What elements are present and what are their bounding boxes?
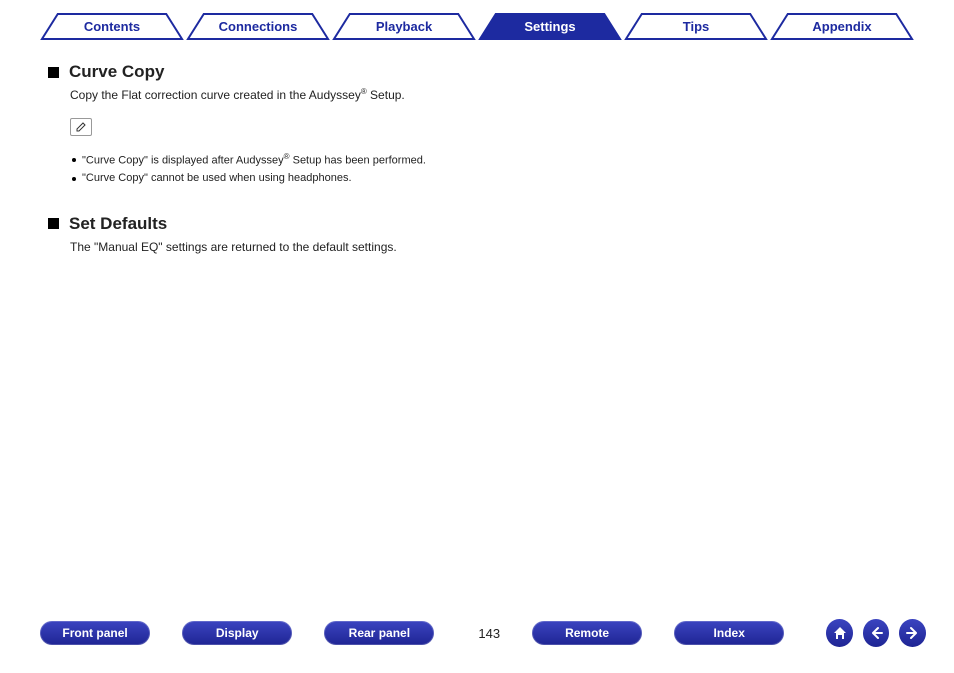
body-text: The "Manual EQ" settings are returned to…: [70, 240, 397, 254]
note-text-pre: "Curve Copy" cannot be used when using h…: [82, 172, 352, 184]
next-page-button[interactable]: [899, 619, 926, 647]
arrow-left-icon: [868, 625, 884, 641]
arrow-right-icon: [905, 625, 921, 641]
section-heading: Curve Copy: [48, 62, 906, 82]
pill-label: Front panel: [62, 626, 127, 640]
bullet-square-icon: [48, 218, 59, 229]
tab-playback[interactable]: Playback: [332, 12, 476, 40]
top-tabs: Contents Connections Playback Settings T…: [40, 12, 914, 46]
front-panel-button[interactable]: Front panel: [40, 621, 150, 645]
tab-contents[interactable]: Contents: [40, 12, 184, 40]
section-title: Set Defaults: [69, 214, 167, 234]
section-body: Copy the Flat correction curve created i…: [70, 86, 906, 104]
pill-label: Remote: [565, 626, 609, 640]
body-text-post: Setup.: [367, 88, 405, 102]
note-box: "Curve Copy" is displayed after Audyssey…: [70, 118, 526, 188]
page-content: Curve Copy Copy the Flat correction curv…: [48, 62, 906, 282]
index-button[interactable]: Index: [674, 621, 784, 645]
section-heading: Set Defaults: [48, 214, 906, 234]
bullet-square-icon: [48, 67, 59, 78]
display-button[interactable]: Display: [182, 621, 292, 645]
tab-tips[interactable]: Tips: [624, 12, 768, 40]
home-button[interactable]: [826, 619, 853, 647]
pencil-icon: [70, 118, 92, 136]
pill-label: Rear panel: [349, 626, 410, 640]
tab-appendix[interactable]: Appendix: [770, 12, 914, 40]
section-body: The "Manual EQ" settings are returned to…: [70, 238, 906, 256]
section-title: Curve Copy: [69, 62, 164, 82]
note-text-pre: "Curve Copy" is displayed after Audyssey: [82, 155, 284, 167]
remote-button[interactable]: Remote: [532, 621, 642, 645]
note-list: "Curve Copy" is displayed after Audyssey…: [70, 151, 526, 188]
bottom-nav: Front panel Display Rear panel 143 Remot…: [40, 617, 926, 649]
rear-panel-button[interactable]: Rear panel: [324, 621, 434, 645]
home-icon: [832, 625, 848, 641]
prev-page-button[interactable]: [863, 619, 890, 647]
pill-label: Display: [216, 626, 259, 640]
body-text-pre: Copy the Flat correction curve created i…: [70, 88, 361, 102]
pill-label: Index: [714, 626, 745, 640]
note-text-post: Setup has been performed.: [290, 155, 426, 167]
section-curve-copy: Curve Copy Copy the Flat correction curv…: [48, 62, 906, 188]
note-item: "Curve Copy" is displayed after Audyssey…: [70, 151, 526, 170]
page-number: 143: [466, 626, 512, 641]
tab-connections[interactable]: Connections: [186, 12, 330, 40]
section-set-defaults: Set Defaults The "Manual EQ" settings ar…: [48, 214, 906, 256]
tab-settings[interactable]: Settings: [478, 12, 622, 40]
note-item: "Curve Copy" cannot be used when using h…: [70, 170, 526, 188]
